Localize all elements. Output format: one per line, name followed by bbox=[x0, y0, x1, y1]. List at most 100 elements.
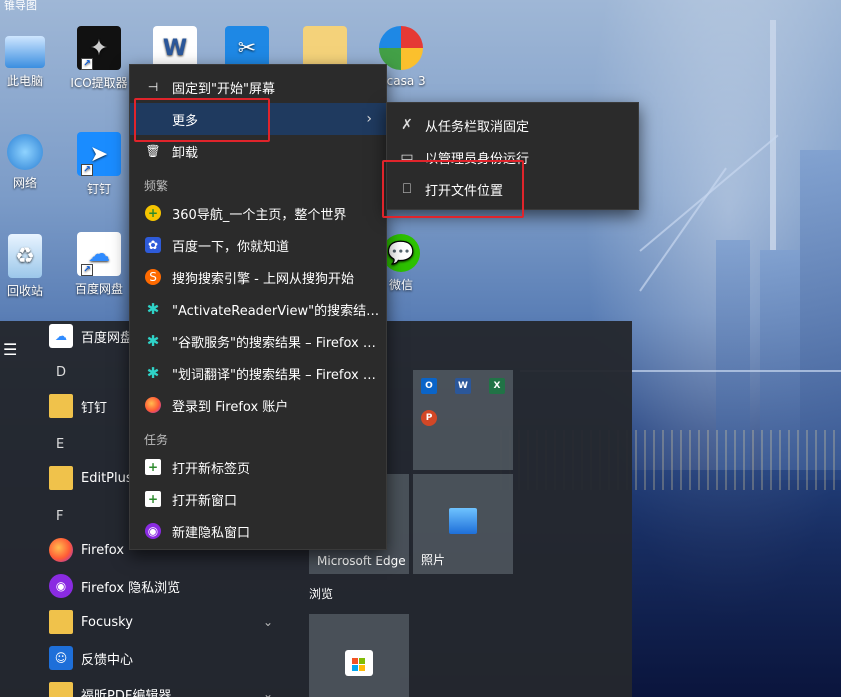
menu-item-label: 打开新标签页 bbox=[172, 461, 251, 477]
firefox-private-icon: ◉ bbox=[49, 574, 73, 598]
menu-item-label: 打开新窗口 bbox=[172, 493, 238, 509]
new-tab-icon: + bbox=[145, 459, 161, 475]
chevron-down-icon: ⌄ bbox=[262, 615, 273, 629]
360-icon: + bbox=[145, 205, 161, 221]
menu-item-label: 登录到 Firefox 账户 bbox=[172, 399, 289, 415]
folder-icon bbox=[49, 466, 73, 490]
wechat-icon: 💬 bbox=[382, 234, 420, 272]
chevron-down-icon: ⌄ bbox=[262, 687, 273, 697]
tile-label: Microsoft Edge bbox=[317, 554, 406, 568]
app-label: Firefox bbox=[81, 542, 125, 558]
app-label: 反馈中心 bbox=[81, 652, 134, 668]
desktop-icon-label: ICO提取器 bbox=[70, 76, 128, 90]
tile-group-label[interactable]: 浏览 bbox=[309, 585, 333, 602]
highlight-box-more bbox=[134, 98, 270, 142]
section-header-frequent: 频繁 bbox=[144, 179, 169, 193]
menu-item-frequent[interactable]: ✱ "谷歌服务"的搜索结果 – Firefox 附加... bbox=[130, 325, 386, 357]
firefox-account-icon bbox=[145, 397, 161, 413]
desktop-icon-this-pc[interactable]: 此电脑 bbox=[0, 30, 60, 89]
excel-icon: X bbox=[489, 378, 505, 394]
recycle-bin-icon: ♻ bbox=[8, 234, 42, 278]
app-item-foxit[interactable]: 福昕PDF编辑器 ⌄ bbox=[49, 679, 289, 697]
menu-item-frequent[interactable]: + 360导航_一个主页，整个世界 bbox=[130, 197, 386, 229]
desktop-icon-label: 百度网盘 bbox=[74, 282, 123, 296]
addon-icon: ✱ bbox=[146, 300, 160, 318]
app-label: EditPlus bbox=[81, 470, 133, 486]
menu-item-frequent[interactable]: ✱ "ActivateReaderView"的搜索结果 –... bbox=[130, 293, 386, 325]
submenu-item-label: 从任务栏取消固定 bbox=[425, 119, 530, 135]
menu-item-label: "谷歌服务"的搜索结果 – Firefox 附加... bbox=[172, 335, 382, 351]
baidu-netdisk-icon: ☁ bbox=[49, 324, 73, 348]
pin-icon: ⊣ bbox=[147, 80, 159, 94]
letter-header[interactable]: D bbox=[56, 365, 66, 380]
tile-label: 照片 bbox=[421, 553, 446, 567]
shortcut-arrow-icon: ↗ bbox=[81, 164, 93, 176]
desktop-icon-baidu-netdisk[interactable]: ☁ ↗ 百度网盘 bbox=[64, 232, 134, 297]
menu-item-label: 卸载 bbox=[172, 145, 199, 161]
menu-item-task[interactable]: ◉ 新建隐私窗口 bbox=[130, 515, 386, 547]
hamburger-menu-icon[interactable]: ☰ bbox=[3, 342, 19, 358]
menu-item-task[interactable]: + 打开新窗口 bbox=[130, 483, 386, 515]
outlook-icon: O bbox=[421, 378, 437, 394]
desktop-icon-dingtalk[interactable]: ➤ ↗ 钉钉 bbox=[64, 132, 134, 197]
app-label: 百度网盘 bbox=[81, 330, 134, 346]
shortcut-arrow-icon: ↗ bbox=[81, 264, 93, 276]
menu-item-label: 搜狗搜索引擎 - 上网从搜狗开始 bbox=[172, 271, 354, 287]
private-window-icon: ◉ bbox=[145, 523, 161, 539]
computer-icon bbox=[5, 36, 45, 68]
menu-item-label: "ActivateReaderView"的搜索结果 –... bbox=[172, 303, 382, 319]
highlight-box-open-file-location bbox=[382, 160, 524, 218]
app-label: Focusky bbox=[81, 614, 133, 630]
app-label: Firefox 隐私浏览 bbox=[81, 580, 181, 596]
menu-item-frequent[interactable]: ✱ "划词翻译"的搜索结果 – Firefox 附加... bbox=[130, 357, 386, 389]
menu-item-task[interactable]: + 打开新标签页 bbox=[130, 451, 386, 483]
menu-item-label: 百度一下，你就知道 bbox=[172, 239, 290, 255]
app-item-feedback[interactable]: ☺ 反馈中心 bbox=[49, 643, 289, 673]
baidu-icon: ✿ bbox=[145, 237, 161, 253]
submenu-item-unpin-taskbar[interactable]: ✗ 从任务栏取消固定 bbox=[387, 109, 638, 141]
letter-header[interactable]: E bbox=[56, 437, 64, 452]
tile-store[interactable] bbox=[309, 614, 409, 697]
desktop-icon-ico-extractor[interactable]: ✦ ↗ ICO提取器 bbox=[64, 26, 134, 91]
folder-icon bbox=[49, 610, 73, 634]
app-label: 钉钉 bbox=[81, 400, 108, 416]
menu-item-label: "划词翻译"的搜索结果 – Firefox 附加... bbox=[172, 367, 382, 383]
folder-icon bbox=[49, 682, 73, 697]
menu-item-label: 360导航_一个主页，整个世界 bbox=[172, 207, 347, 223]
tile-photos[interactable]: 照片 bbox=[413, 474, 513, 574]
tile-office[interactable]: O W X P bbox=[413, 370, 513, 470]
baidu-netdisk-icon: ☁ ↗ bbox=[77, 232, 121, 276]
sogou-icon: S bbox=[145, 269, 161, 285]
network-icon bbox=[7, 134, 43, 170]
desktop-icon-label: 钉钉 bbox=[86, 182, 111, 196]
menu-item-frequent[interactable]: S 搜狗搜索引擎 - 上网从搜狗开始 bbox=[130, 261, 386, 293]
letter-header[interactable]: F bbox=[56, 509, 63, 524]
addon-icon: ✱ bbox=[146, 364, 160, 382]
desktop-icon-recycle-bin[interactable]: ♻ 回收站 bbox=[0, 234, 60, 299]
desktop-icon-label: 回收站 bbox=[6, 284, 43, 298]
dingtalk-icon: ➤ ↗ bbox=[77, 132, 121, 176]
feedback-icon: ☺ bbox=[49, 646, 73, 670]
section-header-tasks: 任务 bbox=[144, 433, 169, 447]
desktop-top-label: 锥导图 bbox=[4, 0, 37, 12]
desktop-icon-network[interactable]: 网络 bbox=[0, 134, 60, 191]
desktop-icon-label: 网络 bbox=[12, 176, 37, 190]
powerpoint-icon: P bbox=[421, 410, 437, 426]
word-icon: W bbox=[455, 378, 471, 394]
desktop-icon-label: 此电脑 bbox=[6, 74, 43, 88]
menu-item-label: 新建隐私窗口 bbox=[172, 525, 251, 541]
app-item-firefox-private[interactable]: ◉ Firefox 隐私浏览 bbox=[49, 571, 289, 601]
photos-icon bbox=[449, 508, 477, 534]
trash-icon: 🗑 bbox=[145, 144, 161, 158]
app-label: 福昕PDF编辑器 bbox=[81, 688, 172, 697]
app-item-focusky[interactable]: Focusky ⌄ bbox=[49, 607, 289, 637]
shortcut-arrow-icon: ↗ bbox=[81, 58, 93, 70]
ico-extractor-icon: ✦ ↗ bbox=[77, 26, 121, 70]
addon-icon: ✱ bbox=[146, 332, 160, 350]
menu-item-frequent[interactable]: ✿ 百度一下，你就知道 bbox=[130, 229, 386, 261]
store-icon bbox=[345, 650, 373, 676]
chevron-right-icon: › bbox=[366, 111, 372, 127]
firefox-icon bbox=[49, 538, 73, 562]
folder-icon bbox=[49, 394, 73, 418]
menu-item-frequent[interactable]: 登录到 Firefox 账户 bbox=[130, 389, 386, 421]
